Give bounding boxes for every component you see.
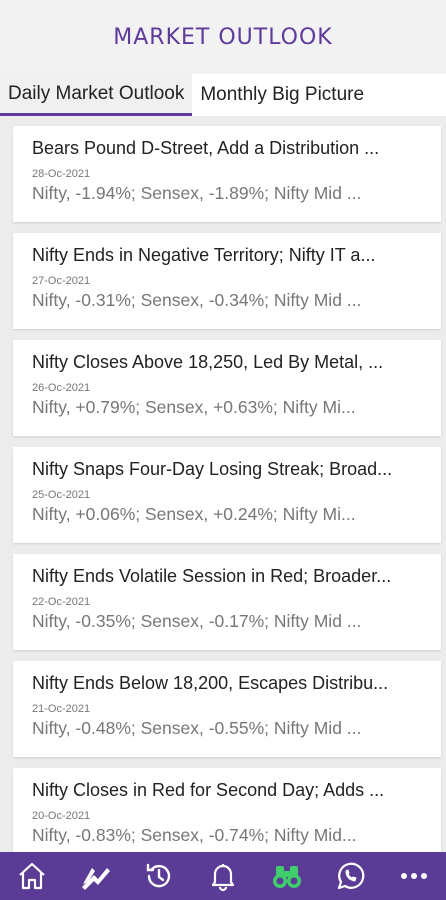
item-title: Nifty Ends Below 18,200, Escapes Distrib… [32, 673, 389, 693]
item-date: 25-Oc-2021 [32, 489, 91, 501]
item-title: Nifty Ends Volatile Session in Red; Broa… [32, 566, 392, 586]
list-item[interactable]: Bears Pound D-Street, Add a Distribution… [13, 126, 441, 222]
item-date: 22-Oc-2021 [32, 596, 91, 608]
item-summary: Nifty, -0.48%; Sensex, -0.55%; Nifty Mid… [32, 718, 362, 738]
home-icon [19, 862, 45, 890]
bell-icon [211, 864, 235, 892]
tab-monthly-big-picture[interactable]: Monthly Big Picture [192, 74, 372, 116]
item-summary: Nifty, -0.35%; Sensex, -0.17%; Nifty Mid… [32, 611, 362, 631]
chart-trend-icon [81, 868, 110, 890]
tab-daily-market-outlook[interactable]: Daily Market Outlook [0, 74, 193, 116]
item-summary: Nifty, -1.94%; Sensex, -1.89%; Nifty Mid… [32, 183, 362, 203]
nav-watchlist-button[interactable] [267, 856, 307, 896]
page-title: MARKET OUTLOOK [113, 24, 333, 50]
more-icon [401, 873, 428, 879]
nav-home-button[interactable] [12, 856, 52, 896]
bottom-navigation [0, 852, 446, 900]
list-item[interactable]: Nifty Ends in Negative Territory; Nifty … [13, 233, 441, 329]
item-title: Nifty Snaps Four-Day Losing Streak; Broa… [32, 459, 393, 479]
item-summary: Nifty, -0.83%; Sensex, -0.74%; Nifty Mid… [32, 825, 357, 845]
nav-trend-button[interactable] [76, 856, 116, 896]
list-item[interactable]: Nifty Ends Below 18,200, Escapes Distrib… [13, 661, 441, 757]
item-date: 28-Oc-2021 [32, 168, 91, 180]
item-date: 21-Oc-2021 [32, 703, 91, 715]
binoculars-icon [272, 866, 301, 888]
nav-notifications-button[interactable] [203, 856, 243, 896]
item-summary: Nifty, +0.79%; Sensex, +0.63%; Nifty Mi.… [32, 397, 356, 417]
list-item[interactable]: Nifty Closes Above 18,250, Led By Metal,… [13, 340, 441, 436]
app-header: MARKET OUTLOOK [0, 0, 446, 74]
list-item[interactable]: Nifty Ends Volatile Session in Red; Broa… [13, 554, 441, 650]
nav-whatsapp-button[interactable] [330, 856, 370, 896]
item-summary: Nifty, +0.06%; Sensex, +0.24%; Nifty Mi.… [32, 504, 356, 524]
item-date: 20-Oc-2021 [32, 810, 91, 822]
item-title: Nifty Closes Above 18,250, Led By Metal,… [32, 352, 384, 372]
item-date: 27-Oc-2021 [32, 275, 91, 287]
history-icon [147, 863, 171, 888]
nav-history-button[interactable] [139, 856, 179, 896]
list-item[interactable]: Nifty Snaps Four-Day Losing Streak; Broa… [13, 447, 441, 543]
whatsapp-icon [338, 862, 365, 890]
item-title: Nifty Ends in Negative Territory; Nifty … [32, 245, 376, 265]
tab-bar: Daily Market Outlook Monthly Big Picture [0, 74, 446, 116]
list-item[interactable]: Nifty Closes in Red for Second Day; Adds… [13, 768, 441, 852]
item-title: Nifty Closes in Red for Second Day; Adds… [32, 780, 385, 800]
item-title: Bears Pound D-Street, Add a Distribution… [32, 138, 380, 158]
item-summary: Nifty, -0.31%; Sensex, -0.34%; Nifty Mid… [32, 290, 362, 310]
outlook-list[interactable]: Bears Pound D-Street, Add a Distribution… [0, 116, 446, 852]
item-date: 26-Oc-2021 [32, 382, 91, 394]
nav-more-button[interactable] [394, 856, 434, 896]
